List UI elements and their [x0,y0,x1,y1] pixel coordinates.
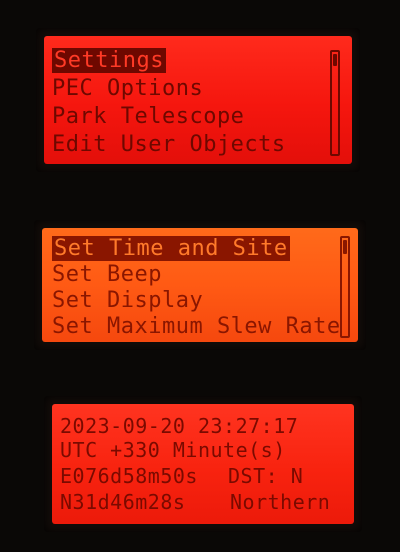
menu-scrollbar-thumb[interactable] [333,54,337,66]
dst-readout: DST: N [228,464,304,488]
menu-item-pec-options[interactable]: PEC Options [44,78,203,100]
status-lcd: 2023-09-20 23:27:17 UTC +330 Minute(s) E… [52,404,354,524]
settings-item-max-slew-rate[interactable]: Set Maximum Slew Rate [42,316,341,338]
settings-item-time-site[interactable]: Set Time and Site [42,236,290,261]
datetime-readout: 2023-09-20 23:27:17 [60,414,299,438]
utc-offset-readout: UTC +330 Minute(s) [60,438,286,462]
settings-scrollbar[interactable] [340,236,350,338]
menu-item-edit-user-objects[interactable]: Edit User Objects [44,134,286,156]
menu-item-label: PEC Options [52,76,204,101]
menu-item-park-telescope[interactable]: Park Telescope [44,106,244,128]
menu-item-label: Settings [52,48,166,73]
settings-item-label: Set Maximum Slew Rate [52,314,341,339]
settings-item-label: Set Time and Site [52,236,290,261]
settings-lcd: Set Time and Site Set Beep Set Display S… [42,228,358,342]
latitude-readout: N31d46m28s [60,490,186,514]
menu-lcd: Settings PEC Options Park Telescope Edit… [44,36,352,164]
settings-item-label: Set Beep [52,262,162,287]
settings-item-beep[interactable]: Set Beep [42,264,162,286]
menu-item-label: Edit User Objects [52,132,286,157]
longitude-readout: E076d58m50s [60,464,198,488]
settings-scrollbar-thumb[interactable] [343,240,347,254]
settings-item-label: Set Display [52,288,204,313]
menu-scrollbar[interactable] [330,50,340,156]
menu-item-label: Park Telescope [52,104,245,129]
hemisphere-readout: Northern [230,490,331,514]
settings-item-display[interactable]: Set Display [42,290,203,312]
menu-item-settings[interactable]: Settings [44,48,166,73]
